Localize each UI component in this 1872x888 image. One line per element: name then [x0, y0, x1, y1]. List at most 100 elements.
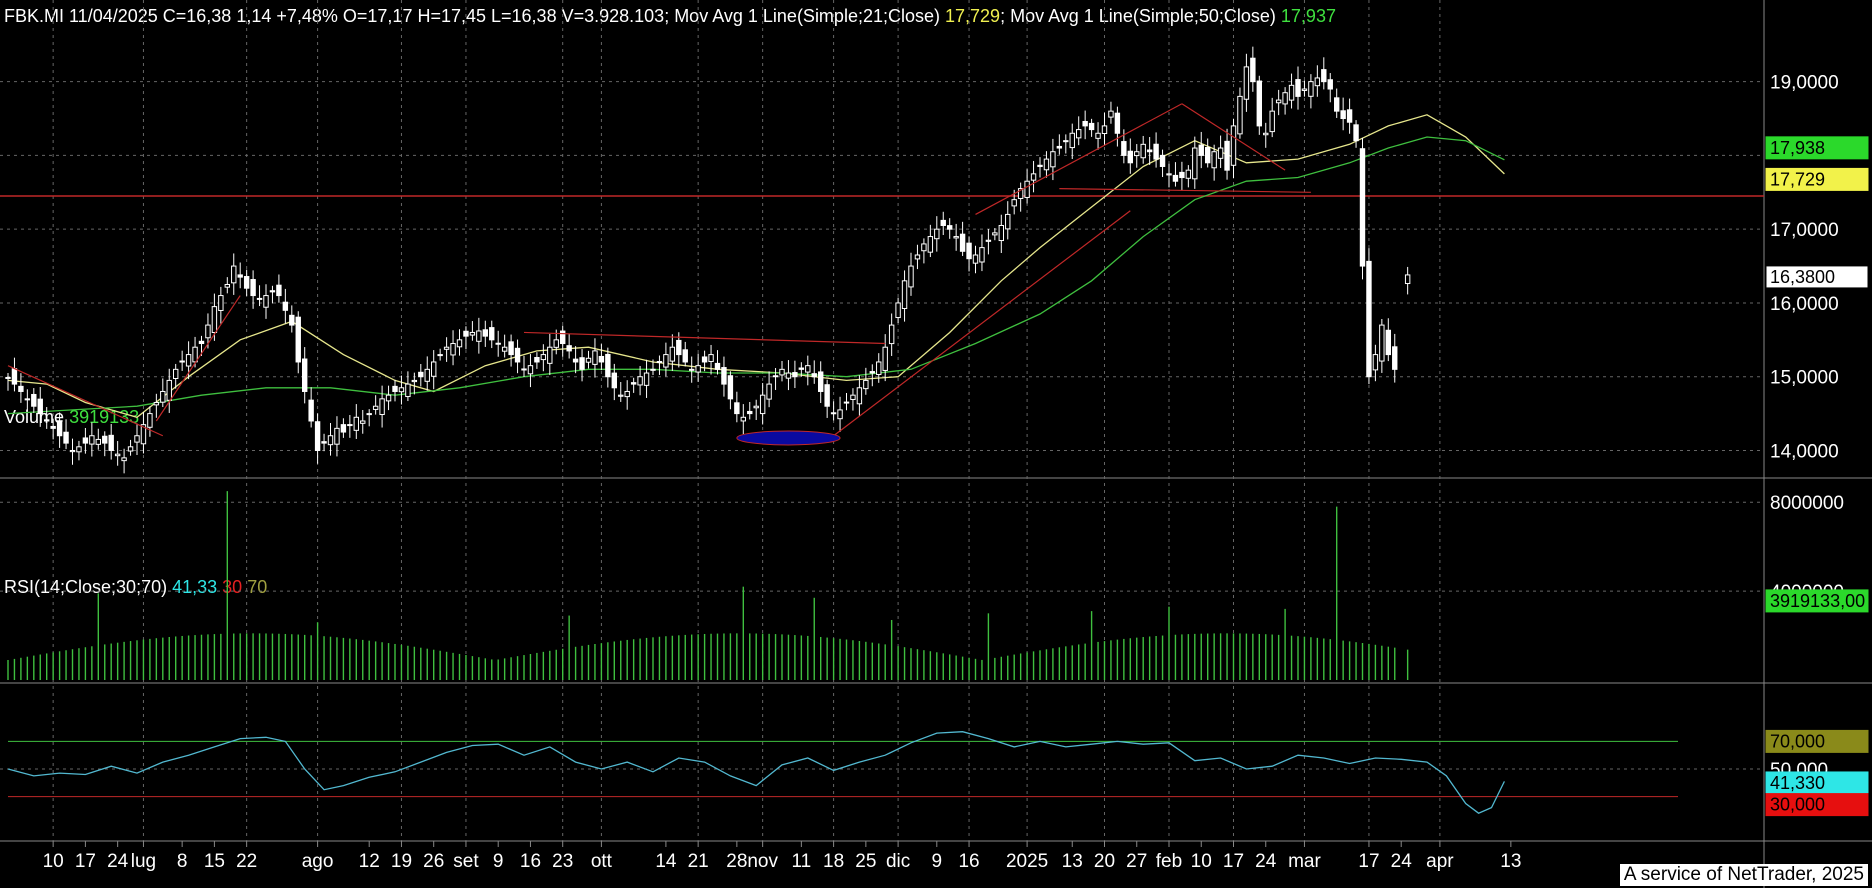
- candle-body: [843, 401, 850, 404]
- candle-body: [224, 284, 231, 288]
- candle: [69, 438, 76, 465]
- candle: [1030, 160, 1037, 193]
- trendline: [1059, 188, 1311, 193]
- candle-body: [1114, 112, 1121, 134]
- price-tick-label: 17,0000: [1770, 220, 1839, 241]
- candle-body: [1185, 169, 1192, 179]
- candle-body: [353, 416, 360, 431]
- candle-body: [469, 331, 476, 336]
- candle: [566, 333, 572, 359]
- candle: [747, 401, 753, 420]
- candle-body: [114, 453, 121, 457]
- x-tick-label: 10: [43, 851, 64, 872]
- x-tick-label: 13: [1062, 851, 1083, 872]
- candle-body: [1108, 110, 1114, 118]
- candle: [24, 389, 31, 412]
- candle-body: [501, 346, 508, 352]
- candle-body: [1024, 180, 1030, 198]
- candle: [140, 412, 147, 454]
- ma21-badge: 17,729: [1765, 167, 1869, 191]
- candle: [18, 373, 24, 403]
- candle-body: [1340, 110, 1346, 120]
- candle: [295, 311, 301, 374]
- candle-body: [1372, 354, 1379, 371]
- x-tick-label: 19: [391, 851, 412, 872]
- candle: [1372, 344, 1379, 382]
- candle-body: [398, 387, 405, 393]
- candle: [95, 428, 101, 450]
- candle: [263, 284, 269, 319]
- candle: [624, 380, 630, 410]
- stock-chart[interactable]: 19,0000 17,0000 16,0000 15,0000 14,0000 17,72…: [0, 0, 1872, 888]
- candle-body: [127, 446, 134, 452]
- x-tick-label: 9: [493, 851, 504, 872]
- candle: [824, 379, 830, 418]
- candle-body: [998, 224, 1004, 242]
- candle-body: [1366, 260, 1372, 378]
- candle: [630, 377, 637, 393]
- candle: [1385, 318, 1391, 362]
- candle-body: [385, 394, 392, 402]
- candle-body: [592, 350, 598, 365]
- candle-body: [959, 233, 966, 252]
- candle-body: [18, 385, 24, 392]
- candle: [727, 371, 734, 410]
- candle: [1205, 138, 1211, 168]
- candle: [998, 214, 1004, 254]
- candle-body: [618, 394, 624, 397]
- rsi-line: [7, 731, 1505, 814]
- candle: [372, 395, 379, 415]
- candle: [1069, 123, 1075, 160]
- candle-body: [1327, 79, 1333, 90]
- candle: [856, 375, 863, 416]
- candle-body: [611, 372, 617, 389]
- candle: [1237, 87, 1243, 139]
- x-tick-label: 8: [177, 851, 188, 872]
- candle-body: [1379, 324, 1385, 362]
- candle: [1243, 53, 1250, 112]
- candle-body: [1346, 109, 1353, 123]
- candle-body: [805, 365, 811, 373]
- candle-body: [1211, 151, 1217, 169]
- candle-body: [1153, 143, 1159, 160]
- candle-body: [1037, 164, 1043, 167]
- price-tick-label: 19,0000: [1770, 73, 1839, 94]
- candle-body: [1076, 129, 1082, 139]
- candle-body: [392, 385, 398, 392]
- candle: [1063, 134, 1069, 154]
- candle: [830, 401, 837, 421]
- candle: [953, 223, 959, 251]
- candle: [560, 325, 566, 357]
- x-tick-label: 17: [1358, 851, 1379, 872]
- x-tick-label: nov: [747, 851, 778, 872]
- candle: [50, 418, 56, 440]
- candle: [837, 396, 843, 432]
- candle-body: [56, 420, 63, 437]
- candle-body: [321, 441, 327, 444]
- candle-body: [508, 341, 514, 356]
- candle-body: [985, 239, 992, 242]
- candle-body: [1088, 122, 1095, 131]
- candle-body: [876, 361, 882, 375]
- candle: [243, 269, 250, 296]
- candle: [11, 357, 18, 392]
- candle: [302, 347, 308, 404]
- candle-body: [160, 390, 166, 403]
- candle-body: [553, 339, 559, 348]
- candle: [231, 253, 237, 295]
- candle: [1314, 65, 1321, 97]
- candle-body: [1056, 145, 1063, 149]
- candle: [1224, 128, 1230, 180]
- candle: [37, 386, 43, 427]
- candle: [1295, 66, 1301, 110]
- candle-body: [95, 438, 101, 445]
- candle: [89, 422, 95, 457]
- candle-body: [1275, 99, 1282, 104]
- candle-body: [431, 361, 437, 377]
- rsi-badge-41-330: 41,330: [1765, 771, 1869, 795]
- candle-body: [934, 228, 940, 240]
- x-tick-label: 18: [823, 851, 844, 872]
- candle: [572, 346, 579, 374]
- candle: [160, 378, 166, 408]
- candle-body: [759, 394, 766, 415]
